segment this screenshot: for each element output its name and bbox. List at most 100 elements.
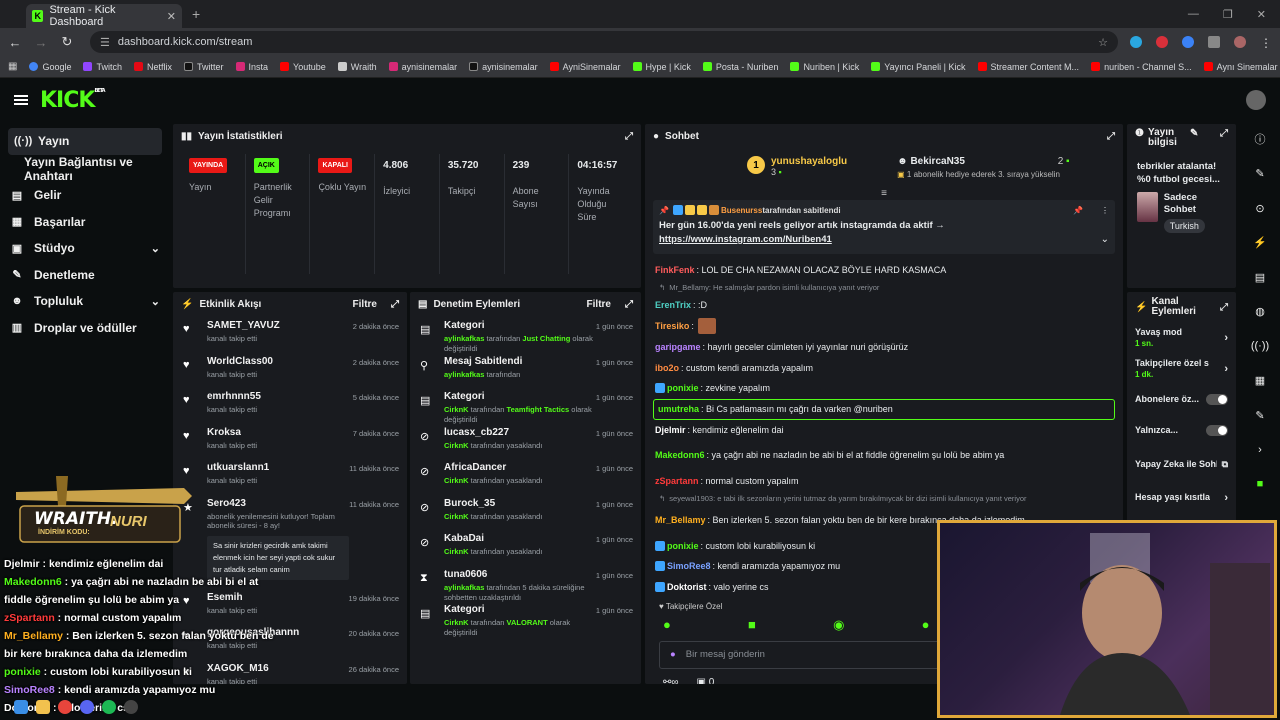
activity-user[interactable]: utkuarslann1 bbox=[207, 462, 349, 473]
moderator-name[interactable]: aylinkafkas bbox=[444, 334, 484, 343]
chat-message[interactable]: ibo2o: custom kendi aramızda yapalım bbox=[645, 357, 1123, 378]
chat-bubble-icon[interactable]: ◍ bbox=[1255, 295, 1265, 330]
bookmark-twitch[interactable]: Twitch bbox=[83, 62, 122, 72]
chevron-right-icon[interactable]: › bbox=[1224, 492, 1228, 504]
channel-action-row[interactable]: Abonelere öz... bbox=[1127, 384, 1236, 415]
moderation-row[interactable]: ⊘ AfricaDancer CirknK tarafından yasakland… bbox=[410, 458, 641, 494]
moderation-row[interactable]: ⊘ lucasx_cb227 CirknK tarafından yasakland… bbox=[410, 423, 641, 459]
emote-icon[interactable]: ● bbox=[663, 617, 671, 633]
extension-icon[interactable] bbox=[1156, 36, 1168, 48]
forward-icon[interactable]: → bbox=[34, 35, 48, 50]
close-tab-icon[interactable]: ✕ bbox=[167, 10, 176, 23]
green-action-icon[interactable]: ■ bbox=[1257, 467, 1264, 502]
spotify-icon[interactable] bbox=[102, 699, 116, 714]
puzzle-icon[interactable] bbox=[1208, 36, 1220, 48]
filter-button[interactable]: Filtre bbox=[587, 299, 611, 310]
chat-username[interactable]: ponixie bbox=[667, 541, 699, 551]
new-tab-icon[interactable]: + bbox=[192, 6, 200, 22]
edit-icon[interactable]: ✎ bbox=[1255, 157, 1264, 192]
activity-row[interactable]: ★ Sero423 abonelik yenilemesini kutluyor! … bbox=[173, 494, 407, 588]
microphone-icon[interactable]: ● bbox=[670, 649, 676, 660]
chat-message[interactable]: Tiresiko: bbox=[645, 316, 1123, 337]
sidebar-item-denetleme[interactable]: ✎ Denetleme bbox=[0, 262, 170, 289]
address-bar[interactable]: ☰ dashboard.kick.com/stream ☆ bbox=[90, 31, 1118, 53]
expand-icon[interactable]: ⤢ bbox=[625, 131, 633, 142]
back-icon[interactable]: ← bbox=[8, 35, 22, 50]
activity-user[interactable]: Esemih bbox=[207, 592, 349, 603]
moderation-row[interactable]: ⚲ Mesaj Sabitlendi aylinkafkas tarafından 1… bbox=[410, 352, 641, 388]
channel-action-row[interactable]: Takipçilere özel s1 dk. › bbox=[1127, 353, 1236, 384]
wrench-icon[interactable]: ✎ bbox=[1255, 398, 1264, 433]
bookmark-wraith[interactable]: Wraith bbox=[337, 62, 377, 72]
expand-icon[interactable]: ⤢ bbox=[1220, 302, 1228, 313]
chat-username[interactable]: ibo2o bbox=[655, 363, 679, 373]
points-display[interactable]: ▣ 0 bbox=[697, 677, 715, 684]
chat-username[interactable]: umutreha bbox=[658, 404, 699, 414]
chat-username[interactable]: ponixie bbox=[667, 383, 699, 393]
chat-message[interactable]: ErenTrix: :D bbox=[645, 295, 1123, 316]
chat-drag-handle[interactable]: ≡ bbox=[645, 189, 1123, 199]
chat-username[interactable]: ErenTrix bbox=[655, 300, 691, 310]
info-icon[interactable]: ⓘ bbox=[1255, 122, 1266, 157]
filter-button[interactable]: Filtre bbox=[353, 299, 377, 310]
chevron-down-icon[interactable]: ⌄ bbox=[151, 295, 160, 308]
sidebar-item-basarilar[interactable]: ▦ Başarılar bbox=[0, 209, 170, 236]
moderation-row[interactable]: ⊘ Burock_35 CirknK tarafından yasaklandı 1 … bbox=[410, 494, 641, 530]
hamburger-menu-icon[interactable] bbox=[14, 95, 28, 105]
chat-username[interactable]: garipgame bbox=[655, 342, 701, 352]
bookmark-netflix[interactable]: Netflix bbox=[134, 62, 172, 72]
sidebar-item-droplar[interactable]: ▥ Droplar ve ödüller bbox=[0, 315, 170, 342]
activity-row[interactable]: ♥ Kroksa kanalı takip etti 7 dakika önce bbox=[173, 423, 407, 459]
reload-icon[interactable]: ↻ bbox=[60, 34, 74, 50]
sidebar-item-yayin[interactable]: ((·)) Yayın bbox=[8, 128, 162, 155]
bookmark-aynisinemalar-yt[interactable]: AyniSinemalar bbox=[549, 62, 621, 72]
chat-username[interactable]: SimoRee8 bbox=[667, 561, 711, 571]
moderator-name[interactable]: CirknK bbox=[444, 441, 469, 450]
activity-row[interactable]: ♥ utkuarslann1 kanalı takip etti 11 dakika … bbox=[173, 458, 407, 494]
chat-message[interactable]: zSpartann: normal custom yapalım bbox=[645, 470, 1123, 491]
chat-message[interactable]: umutreha: Bi Cs patlamasın mı çağrı da v… bbox=[653, 398, 1115, 420]
chat-username[interactable]: Tiresiko bbox=[655, 321, 689, 331]
kick-logo[interactable]: KICKBETA bbox=[40, 88, 106, 113]
apps-grid-icon[interactable]: ▦ bbox=[8, 61, 17, 72]
bookmark-google[interactable]: Google bbox=[29, 62, 71, 72]
site-info-icon[interactable]: ☰ bbox=[100, 36, 110, 49]
chat-username[interactable]: Djelmir bbox=[655, 425, 686, 435]
chat-message[interactable]: FinkFenk: LOL DE CHA NEZAMAN OLACAZ BÖYL… bbox=[645, 260, 1123, 281]
chevron-right-icon[interactable]: › bbox=[1224, 332, 1228, 344]
top-gifter-1[interactable]: 1 yunushayaloglu 3 ▪ bbox=[747, 156, 847, 190]
sidebar-item-stream-key[interactable]: Yayın Bağlantısı ve Anahtarı bbox=[0, 155, 170, 183]
emote-icon[interactable]: ◉ bbox=[833, 617, 844, 633]
channel-action-row[interactable]: Yavaş mod 1 sn. › bbox=[1127, 322, 1236, 353]
bookmark-youtube[interactable]: Youtube bbox=[280, 62, 326, 72]
bookmark-aynisinemalar-x[interactable]: aynisinemalar bbox=[469, 62, 538, 72]
external-link-icon[interactable]: ⧉ bbox=[1222, 459, 1228, 470]
folder-icon[interactable] bbox=[36, 699, 50, 714]
expand-icon[interactable]: ⤢ bbox=[391, 299, 399, 310]
bookmark-yayinci-paneli[interactable]: Yayıncı Paneli | Kick bbox=[871, 62, 966, 72]
sidebar-item-gelir[interactable]: ▤ Gelir bbox=[0, 182, 170, 209]
expand-icon[interactable]: ⤢ bbox=[1107, 131, 1115, 142]
user-avatar[interactable] bbox=[1246, 90, 1266, 110]
bookmark-aynisinemalar[interactable]: aynisinemalar bbox=[388, 62, 457, 72]
chat-username[interactable]: Makedonn6 bbox=[655, 450, 705, 460]
bookmark-streamer-content[interactable]: Streamer Content M... bbox=[977, 62, 1079, 72]
pinned-link[interactable]: https://www.instagram.com/Nuriben41 bbox=[659, 234, 832, 245]
extension-icon[interactable] bbox=[1130, 36, 1142, 48]
bookmark-nuriben-kick[interactable]: Nuriben | Kick bbox=[790, 62, 859, 72]
emote-icon[interactable]: ■ bbox=[748, 617, 756, 633]
document-icon[interactable]: ▤ bbox=[1255, 260, 1265, 295]
channel-action-row[interactable]: Yapay Zeka ile Sohbet Denetimi ⧉ bbox=[1127, 446, 1236, 482]
activity-row[interactable]: ♥ emrhnnn55 kanalı takip etti 5 dakika önce bbox=[173, 387, 407, 423]
extension-icon[interactable] bbox=[1182, 36, 1194, 48]
profile-icon[interactable] bbox=[1234, 36, 1246, 48]
chat-message[interactable]: Makedonn6: ya çağrı abi ne nazladın be a… bbox=[645, 440, 1123, 470]
bookmark-nuriben-channel[interactable]: nuriben - Channel S... bbox=[1091, 62, 1192, 72]
activity-user[interactable]: XAGOK_M16 bbox=[207, 663, 349, 674]
chevron-right-icon[interactable]: › bbox=[1258, 433, 1262, 468]
moderator-name[interactable]: CirknK bbox=[444, 476, 469, 485]
moderation-row[interactable]: ⊘ KabaDai CirknK tarafından yasaklandı 1 gü… bbox=[410, 529, 641, 565]
target-icon[interactable]: ⊙ bbox=[1255, 191, 1264, 226]
moderation-row[interactable]: ▤ Kategori CirknK tarafından Teamfight Tac… bbox=[410, 387, 641, 424]
moderator-name[interactable]: aylinkafkas bbox=[444, 583, 484, 592]
